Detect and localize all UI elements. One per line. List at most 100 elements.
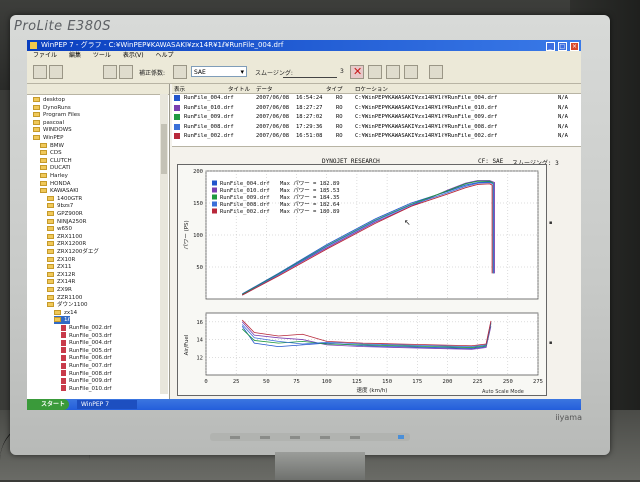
file-row[interactable]: RunFile_004.drf 2007/06/08 16:54:24 RO C:¥Wi… — [172, 94, 581, 103]
x-tick-label: 250 — [503, 379, 513, 385]
folder-icon — [40, 165, 47, 171]
file-cell: C:¥WinPEP¥KAWASAKI¥zx14R¥1ℓ¥RunFile_010.… — [355, 104, 498, 111]
file-row[interactable]: RunFile_008.drf 2007/06/08 17:29:36 RO C:¥Wi… — [172, 123, 581, 132]
tree-item-label: RunFile_008.drf — [69, 370, 112, 377]
series-color-swatch — [174, 133, 180, 139]
open-icon[interactable] — [103, 65, 117, 79]
file-cell: 2007/06/08 — [256, 95, 290, 101]
x-tick-label: 75 — [293, 379, 300, 385]
tree-file[interactable]: RunFile_010.drf — [61, 385, 111, 393]
delete-icon[interactable] — [350, 65, 364, 79]
folder-icon — [47, 279, 54, 285]
tree-item-label: ダウン1100 — [57, 302, 88, 309]
overlay-icon[interactable] — [404, 65, 418, 79]
tree-item-label: w650 — [57, 226, 72, 233]
window-title: WinPEP 7 - グラフ - C:¥WinPEP¥KAWASAKI¥zx14… — [41, 41, 284, 49]
file-cell: 18:27:27 — [296, 104, 323, 111]
file-row[interactable]: RunFile_002.drf 2007/06/08 16:51:08 RO C:¥Wi… — [172, 132, 581, 141]
folder-icon — [47, 302, 54, 308]
file-cell: RunFile_009.drf — [184, 114, 234, 120]
globe-icon[interactable] — [49, 65, 63, 79]
x-tick-label: 150 — [382, 379, 392, 385]
monitor-button[interactable] — [260, 436, 270, 439]
taskbar-item-winpep[interactable]: WinPEP 7 — [77, 400, 137, 409]
x-tick-label: 275 — [533, 379, 543, 385]
correction-select[interactable]: SAE — [191, 66, 247, 78]
smoothing-slider[interactable] — [283, 66, 337, 78]
folder-icon — [47, 271, 54, 277]
menu-file[interactable]: ファイル — [33, 52, 57, 59]
menu-tools[interactable]: ツール — [93, 52, 111, 59]
file-icon — [61, 324, 66, 331]
tree-item-label: Program Files — [43, 112, 81, 119]
file-cell: 2007/06/08 — [256, 133, 290, 139]
tree-item-label: ZRX1200ダエグ — [57, 249, 99, 255]
tree-item-label: Harley — [50, 173, 68, 179]
file-cell: RO — [336, 104, 343, 111]
menu-view[interactable]: 表示(V) — [123, 52, 144, 59]
folder-icon — [40, 157, 47, 163]
grid-icon[interactable] — [429, 65, 443, 79]
folder-icon — [40, 188, 47, 194]
menu-help[interactable]: ヘルプ — [156, 52, 174, 59]
power-led[interactable] — [398, 435, 404, 439]
save-icon[interactable] — [119, 65, 133, 79]
x-tick-label: 0 — [204, 379, 207, 385]
col-type[interactable]: タイプ — [326, 85, 343, 93]
col-location[interactable]: ロケーション — [355, 85, 388, 93]
file-cell: C:¥WinPEP¥KAWASAKI¥zx14R¥1ℓ¥RunFile_008.… — [355, 123, 498, 130]
file-cell: 16:54:24 — [296, 95, 323, 101]
file-cell: 16:51:08 — [296, 133, 323, 139]
compare-icon[interactable] — [386, 65, 400, 79]
mouse-cursor-icon: ↖ — [404, 218, 411, 227]
autoscale-status: Auto Scale Mode — [482, 389, 524, 395]
col-show[interactable]: 表示 — [174, 85, 185, 93]
col-data[interactable]: データ — [256, 85, 273, 93]
tree-item-label: RunFile_010.drf — [69, 385, 112, 392]
table-icon[interactable] — [368, 65, 382, 79]
col-title[interactable]: タイトル — [228, 85, 250, 93]
folder-tree: desktop DynoRuns Program Files pascoal WINDO… — [27, 84, 170, 399]
file-icon — [61, 339, 66, 346]
tree-item-label: RunFile_004.drf — [69, 340, 112, 347]
power-axis-label: パワー (PS) — [183, 220, 190, 249]
tree-item-label: GPZ900R — [57, 211, 83, 217]
tree-item-label: KAWASAKI — [50, 188, 79, 195]
folder-icon — [33, 127, 40, 133]
menu-edit[interactable]: 編集 — [69, 52, 81, 59]
window-titlebar[interactable]: WinPEP 7 - グラフ - C:¥WinPEP¥KAWASAKI¥zx14… — [27, 40, 581, 51]
y-tick-label: 16 — [196, 320, 203, 326]
file-row[interactable]: RunFile_010.drf 2007/06/08 18:27:27 RO C:¥Wi… — [172, 104, 581, 113]
folder-icon — [40, 180, 47, 186]
tree-item-label: ZRX1200R — [57, 241, 87, 248]
monitor-button[interactable] — [290, 436, 300, 439]
smoothing-value: 3 — [340, 68, 344, 75]
tree-item-label: BMW — [50, 142, 64, 149]
folder-view-icon[interactable] — [33, 65, 47, 79]
x-tick-label: 175 — [412, 379, 422, 385]
tree-item-label: RunFile_002.drf — [69, 325, 112, 331]
af-axis-label: Air/Fuel — [184, 334, 190, 355]
file-icon — [61, 354, 66, 361]
close-button[interactable]: × — [570, 42, 579, 51]
start-button[interactable]: スタート — [27, 399, 69, 410]
tree-item-label: RunFile_009.drf — [69, 378, 112, 385]
tree-item-label: ZZR1100 — [57, 294, 83, 301]
legend-max-power: Max パワー = 182.64 — [280, 201, 340, 208]
graph-icon[interactable] — [173, 65, 187, 79]
maximize-button[interactable]: □ — [557, 42, 567, 51]
monitor-button[interactable] — [350, 436, 360, 439]
folder-icon — [47, 211, 54, 216]
file-cell: 2007/06/08 — [256, 114, 290, 120]
tree-item-label: CLUTCH — [50, 157, 72, 164]
file-row[interactable]: RunFile_009.drf 2007/06/08 18:27:02 RO C:¥Wi… — [172, 113, 581, 122]
legend-swatch — [212, 194, 217, 200]
legend-swatch — [212, 180, 217, 186]
monitor-button[interactable] — [320, 436, 330, 439]
minimize-button[interactable]: _ — [545, 42, 555, 51]
tree-item-label: pascoal — [43, 119, 65, 126]
dyno-chart[interactable]: 0 25 50 75 100 125 150 175 200 225 250 275 200 150 100… — [177, 164, 547, 396]
monitor-button[interactable] — [230, 436, 240, 439]
file-cell: 2007/06/08 — [256, 104, 290, 111]
tree-scroll-thumb[interactable] — [161, 124, 167, 174]
